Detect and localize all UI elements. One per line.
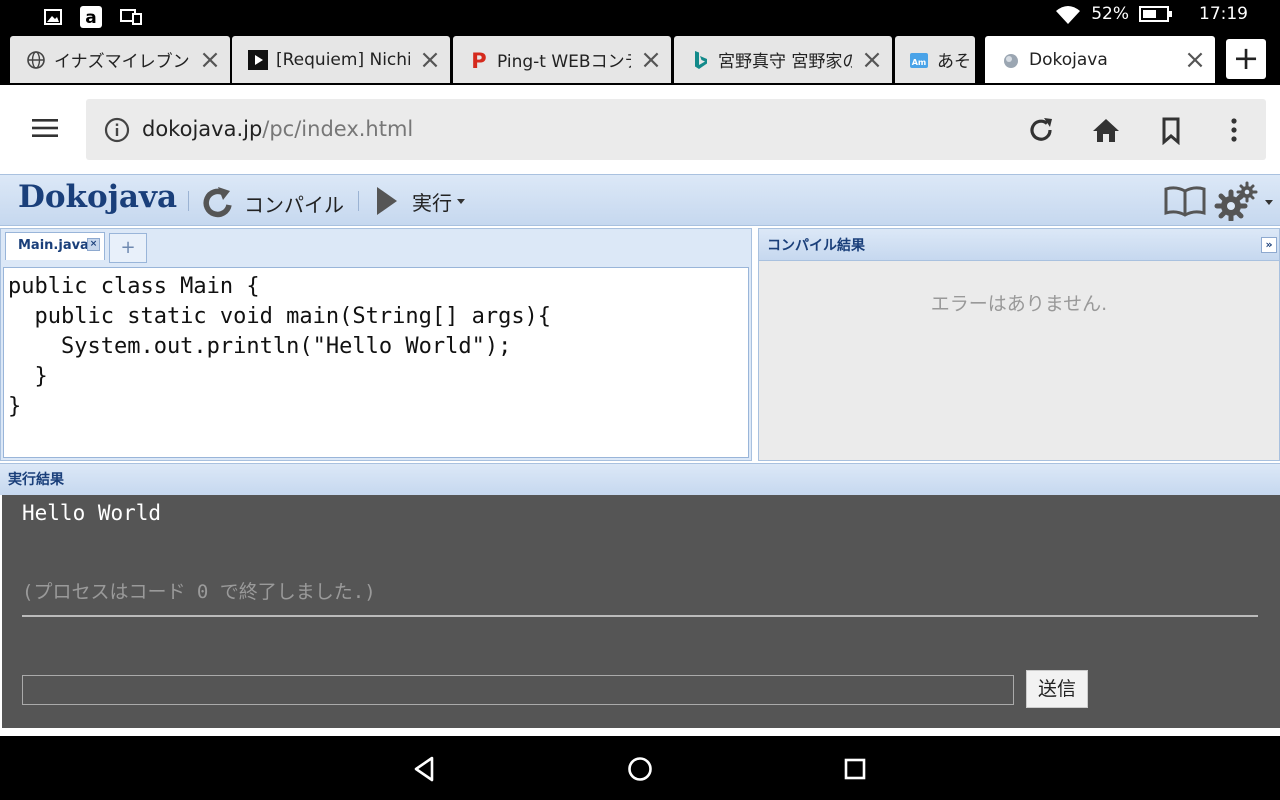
file-tab-label: Main.java xyxy=(18,238,89,253)
home-nav-icon[interactable] xyxy=(625,754,655,784)
tab-main-java[interactable]: Main.java × xyxy=(5,232,105,260)
url-text: dokojava.jp/pc/index.html xyxy=(142,117,413,141)
logo[interactable]: Dokojava xyxy=(18,179,177,215)
run-result-title: 実行結果 xyxy=(8,472,64,488)
battery-icon xyxy=(1139,6,1172,22)
compile-label: コンパイル xyxy=(244,192,344,217)
page-content: Dokojava コンパイル 実行 Main.java × + public c… xyxy=(0,174,1280,736)
url-host: dokojava.jp xyxy=(142,117,263,141)
divider xyxy=(358,191,359,211)
run-label: 実行 xyxy=(412,190,452,215)
code-line: public static void main(String[] args){ xyxy=(8,304,552,329)
close-tab-icon[interactable]: × xyxy=(190,45,230,75)
browser-tab-strip: イナズマイレブン × [Requiem] Nichijo × P Ping-t … xyxy=(0,32,1280,85)
info-icon[interactable] xyxy=(104,117,130,143)
run-button[interactable]: 実行 xyxy=(374,185,466,217)
run-result-header: 実行結果 xyxy=(0,463,1280,495)
code-line: System.out.println("Hello World"); xyxy=(8,334,512,359)
app-header: Dokojava コンパイル 実行 xyxy=(0,174,1280,226)
hamburger-menu-icon[interactable] xyxy=(30,113,60,143)
globe-icon xyxy=(26,50,46,70)
browser-tab-inazuma[interactable]: イナズマイレブン × xyxy=(10,36,230,83)
editor-panel: Main.java × + public class Main { public… xyxy=(0,228,752,461)
svg-text:P: P xyxy=(471,50,486,70)
svg-text:Am: Am xyxy=(912,58,927,67)
code-line: } xyxy=(8,394,22,419)
gear-icon xyxy=(1214,181,1258,223)
code-line: public class Main { xyxy=(8,274,260,299)
browser-tab-requiem[interactable]: [Requiem] Nichijo × xyxy=(232,36,450,83)
compile-result-title: コンパイル結果 xyxy=(767,238,865,254)
ping-t-icon: P xyxy=(469,50,489,70)
close-tab-icon[interactable]: × xyxy=(410,45,450,75)
address-bar[interactable]: dokojava.jp/pc/index.html xyxy=(86,99,1266,160)
close-tab-icon[interactable]: × xyxy=(1175,45,1215,75)
battery-percent: 52% xyxy=(1091,4,1129,24)
browser-tab-title: 宮野真守 宮野家の xyxy=(718,52,852,72)
code-editor[interactable]: public class Main { public static void m… xyxy=(3,267,749,458)
svg-text:a: a xyxy=(85,8,96,28)
browser-tab-title: イナズマイレブン xyxy=(54,52,190,72)
new-tab-button[interactable]: + xyxy=(1226,39,1266,79)
play-icon xyxy=(377,187,397,215)
recents-icon[interactable] xyxy=(840,754,870,784)
send-button[interactable]: 送信 xyxy=(1026,670,1088,708)
status-bar: a 52% 17:19 xyxy=(0,0,1280,32)
amazon-notification-icon: a xyxy=(80,6,102,28)
stdin-input[interactable] xyxy=(22,675,1014,705)
browser-toolbar: dokojava.jp/pc/index.html xyxy=(0,85,1280,174)
play-icon xyxy=(248,49,268,70)
add-file-tab-button[interactable]: + xyxy=(109,233,147,263)
settings-button[interactable] xyxy=(1214,181,1274,223)
caret-down-icon xyxy=(457,199,465,204)
close-file-tab-icon[interactable]: × xyxy=(87,238,100,251)
bookmark-icon[interactable] xyxy=(1156,115,1186,145)
compile-icon xyxy=(203,187,232,218)
close-tab-icon[interactable]: × xyxy=(852,45,892,75)
browser-tab-miyano[interactable]: 宮野真守 宮野家の × xyxy=(674,36,892,83)
wifi-icon xyxy=(1056,6,1081,24)
caret-down-icon xyxy=(1265,200,1273,205)
clock: 17:19 xyxy=(1199,4,1248,24)
code-line: } xyxy=(8,364,48,389)
browser-tab-ameba[interactable]: Am あそ xyxy=(895,36,975,83)
compile-button[interactable]: コンパイル xyxy=(200,185,344,221)
bing-icon xyxy=(690,50,710,70)
console-divider xyxy=(22,615,1258,617)
compile-result-panel: コンパイル結果 » エラーはありません. xyxy=(758,228,1280,461)
compile-result-header: コンパイル結果 » xyxy=(759,229,1279,261)
overflow-menu-icon[interactable] xyxy=(1219,115,1249,145)
collapse-panel-icon[interactable]: » xyxy=(1261,237,1277,253)
console-exit-message: (プロセスはコード 0 で終了しました.) xyxy=(22,581,376,603)
cast-notification-icon xyxy=(120,9,142,25)
reload-icon[interactable] xyxy=(1026,115,1056,145)
console-panel: Hello World (プロセスはコード 0 で終了しました.) 送信 xyxy=(2,495,1280,728)
browser-tab-title: [Requiem] Nichijo xyxy=(276,49,410,70)
browser-tab-title: Dokojava xyxy=(1029,49,1108,70)
browser-tab-dokojava[interactable]: Dokojava × xyxy=(985,36,1215,83)
back-icon[interactable] xyxy=(410,754,440,784)
console-output: Hello World xyxy=(22,501,162,525)
close-tab-icon[interactable]: × xyxy=(631,45,671,75)
book-icon[interactable] xyxy=(1164,185,1206,217)
home-icon[interactable] xyxy=(1091,115,1121,145)
browser-tab-title: Ping-t WEBコンテ xyxy=(497,52,631,72)
divider xyxy=(188,191,189,211)
image-notification-icon xyxy=(44,9,62,25)
ameba-icon: Am xyxy=(909,50,929,70)
browser-tab-ping-t[interactable]: P Ping-t WEBコンテ × xyxy=(453,36,671,83)
android-nav-bar xyxy=(0,736,1280,800)
dokojava-icon xyxy=(1001,50,1021,70)
browser-tab-title: あそ xyxy=(937,52,971,72)
url-path: /pc/index.html xyxy=(262,117,414,141)
compile-message: エラーはありません. xyxy=(930,293,1108,315)
